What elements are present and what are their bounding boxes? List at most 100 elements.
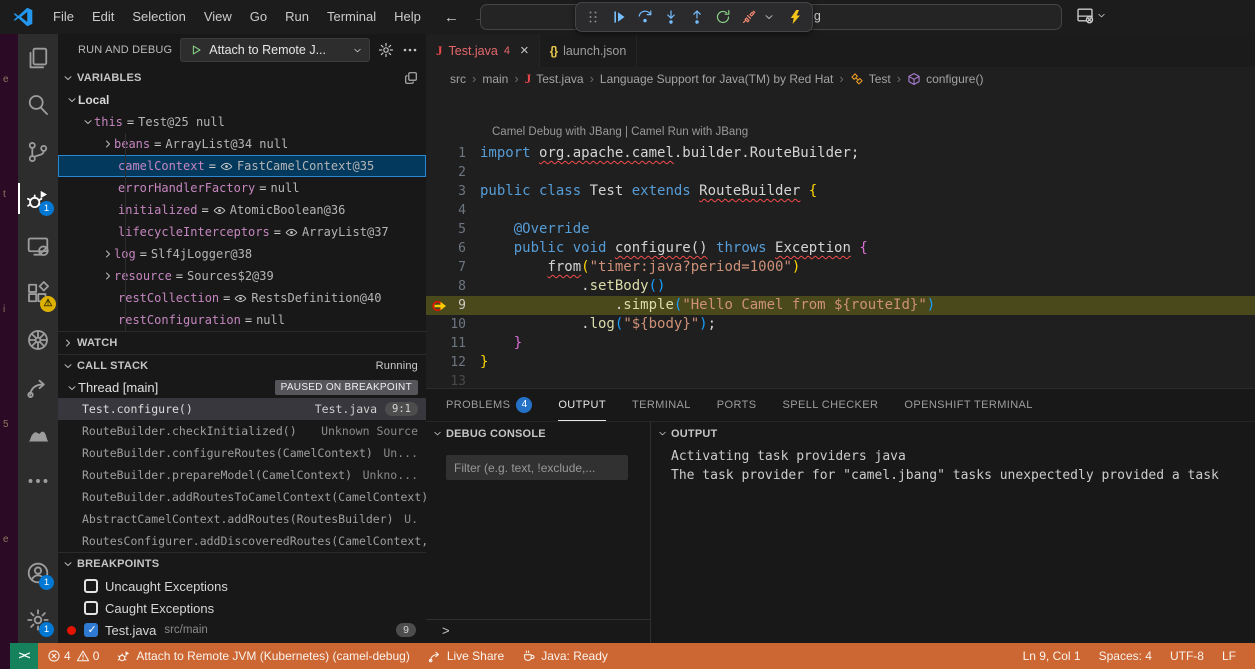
activity-item-more[interactable]	[18, 457, 58, 504]
chevron-right-icon[interactable]	[102, 270, 114, 282]
stack-frame-row[interactable]: Test.configure()Test.java9:1	[58, 398, 426, 420]
variable-row-beans[interactable]: beans=ArrayList@34 null	[58, 133, 426, 155]
lazy-eye-icon[interactable]	[285, 226, 298, 239]
panel-tab-output[interactable]: OUTPUT	[558, 389, 606, 421]
remote-indicator[interactable]: ><	[10, 643, 38, 669]
panel-tab-problems[interactable]: PROBLEMS4	[446, 389, 532, 421]
variable-row-lifecycleInterceptors[interactable]: lifecycleInterceptors=ArrayList@37	[58, 221, 426, 243]
debug-config-dropdown[interactable]: Attach to Remote J...	[180, 38, 370, 62]
breadcrumb-item[interactable]: configure()	[907, 72, 983, 86]
layout-controls[interactable]	[1076, 6, 1107, 24]
variable-row-restCollection[interactable]: restCollection=RestsDefinition@40	[58, 287, 426, 309]
variable-row-Local[interactable]: Local	[58, 89, 426, 111]
debug-continue-button[interactable]	[606, 4, 632, 30]
debug-chevron-down-button[interactable]	[762, 4, 776, 30]
output-header[interactable]: OUTPUT	[651, 422, 1255, 445]
variable-row-this[interactable]: this=Test@25 null	[58, 111, 426, 133]
close-icon[interactable]: ×	[520, 42, 529, 59]
activity-item-source-control[interactable]	[18, 128, 58, 175]
codelens-links[interactable]: Camel Debug with JBang | Camel Run with …	[492, 126, 748, 138]
statusbar-cursor-position[interactable]: Ln 9, Col 1	[1014, 643, 1090, 669]
section-header-breakpoints[interactable]: BREAKPOINTS	[58, 552, 426, 575]
breakpoint-checkbox[interactable]	[84, 579, 98, 593]
debug-step-over-button[interactable]	[632, 4, 658, 30]
menu-item-run[interactable]: Run	[276, 5, 318, 29]
panel-tab-terminal[interactable]: TERMINAL	[632, 389, 691, 421]
activity-item-explorer[interactable]	[18, 34, 58, 81]
start-debug-icon[interactable]	[189, 43, 203, 57]
breadcrumb-item[interactable]: JTest.java	[525, 71, 584, 87]
breakpoint-row[interactable]: Test.javasrc/main9	[58, 619, 426, 641]
variable-row-log[interactable]: log=Slf4jLogger@38	[58, 243, 426, 265]
activity-item-live-share[interactable]	[18, 363, 58, 410]
variable-row-camelContext[interactable]: camelContext=FastCamelContext@35	[58, 155, 426, 177]
debug-step-out-button[interactable]	[684, 4, 710, 30]
breadcrumb-item[interactable]: src	[450, 72, 466, 86]
chevron-down-icon[interactable]	[82, 116, 94, 128]
statusbar-eol[interactable]: LF	[1213, 643, 1245, 669]
breakpoint-checkbox[interactable]	[84, 623, 98, 637]
chevron-right-icon[interactable]	[102, 138, 114, 150]
section-header-call-stack[interactable]: CALL STACKRunning	[58, 354, 426, 377]
lazy-eye-icon[interactable]	[234, 292, 247, 305]
statusbar-indentation[interactable]: Spaces: 4	[1090, 643, 1161, 669]
statusbar-live-share[interactable]: Live Share	[419, 643, 513, 669]
console-prompt[interactable]: >	[426, 619, 650, 641]
activity-item-extensions[interactable]: ⚠	[18, 269, 58, 316]
more-actions-icon[interactable]	[402, 42, 418, 58]
tab-test-java[interactable]: JTest.java4×	[426, 34, 540, 67]
code-area[interactable]: 1import org.apache.camel.builder.RouteBu…	[426, 144, 1255, 391]
chevron-down-icon[interactable]	[1096, 10, 1107, 21]
breadcrumb-item[interactable]: Test	[850, 72, 891, 86]
breakpoint-row[interactable]: Caught Exceptions	[58, 597, 426, 619]
chevron-down-icon[interactable]	[352, 45, 363, 56]
menu-item-view[interactable]: View	[195, 5, 241, 29]
activity-item-settings[interactable]: 1	[18, 596, 58, 643]
debug-bolt-button[interactable]	[782, 4, 808, 30]
breakpoint-checkbox[interactable]	[84, 601, 98, 615]
lazy-eye-icon[interactable]	[213, 204, 226, 217]
statusbar-debug-session[interactable]: Attach to Remote JVM (Kubernetes) (camel…	[108, 643, 418, 669]
variable-row-errorHandlerFactory[interactable]: errorHandlerFactory=null	[58, 177, 426, 199]
stack-frame-row[interactable]: RouteBuilder.configureRoutes(CamelContex…	[58, 442, 426, 464]
stack-frame-row[interactable]: RouteBuilder.checkInitialized()Unknown S…	[58, 420, 426, 442]
variable-row-restConfiguration[interactable]: restConfiguration=null	[58, 309, 426, 331]
panel-tab-ports[interactable]: PORTS	[717, 389, 757, 421]
activity-item-accounts[interactable]: 1	[18, 549, 58, 596]
stack-frame-row[interactable]: RouteBuilder.prepareModel(CamelContext)U…	[58, 464, 426, 486]
chevron-down-icon[interactable]	[66, 382, 78, 394]
panel-tab-openshift-terminal[interactable]: OPENSHIFT TERMINAL	[904, 389, 1032, 421]
panel-tab-spell-checker[interactable]: SPELL CHECKER	[783, 389, 879, 421]
lazy-eye-icon[interactable]	[220, 160, 233, 173]
chevron-down-icon[interactable]	[66, 94, 78, 106]
stack-frame-row[interactable]: RouteBuilder.addRoutesToCamelContext(Cam…	[58, 486, 426, 508]
activity-item-run-and-debug[interactable]: 1	[18, 175, 58, 222]
thread-row[interactable]: Thread [main]PAUSED ON BREAKPOINT	[58, 377, 426, 398]
breadcrumb-item[interactable]: main	[482, 72, 508, 86]
statusbar-problems[interactable]: 40	[38, 643, 108, 669]
debug-restart-button[interactable]	[710, 4, 736, 30]
breakpoint-row[interactable]: Uncaught Exceptions	[58, 575, 426, 597]
menu-item-help[interactable]: Help	[385, 5, 430, 29]
menu-item-go[interactable]: Go	[241, 5, 276, 29]
debug-console-header[interactable]: DEBUG CONSOLE	[426, 422, 650, 445]
chevron-right-icon[interactable]	[102, 248, 114, 260]
stack-frame-row[interactable]: AbstractCamelContext.addRoutes(RoutesBui…	[58, 508, 426, 530]
statusbar-encoding[interactable]: UTF-8	[1161, 643, 1213, 669]
menu-item-terminal[interactable]: Terminal	[318, 5, 385, 29]
activity-item-kubernetes[interactable]	[18, 316, 58, 363]
debug-grip-button[interactable]	[580, 4, 606, 30]
breadcrumb-item[interactable]: Language Support for Java(TM) by Red Hat	[600, 72, 833, 86]
breakpoint-paused-icon[interactable]	[432, 298, 448, 314]
activity-item-search[interactable]	[18, 81, 58, 128]
debug-step-into-button[interactable]	[658, 4, 684, 30]
menu-item-edit[interactable]: Edit	[83, 5, 123, 29]
menu-item-file[interactable]: File	[44, 5, 83, 29]
tab-launch-json[interactable]: {}launch.json	[540, 34, 638, 67]
activity-item-camel[interactable]	[18, 410, 58, 457]
activity-item-remote-explorer[interactable]	[18, 222, 58, 269]
gear-icon[interactable]	[378, 42, 394, 58]
copy-icon[interactable]	[404, 71, 418, 85]
stack-frame-row[interactable]: RoutesConfigurer.addDiscoveredRoutes(Cam…	[58, 530, 426, 552]
menu-item-selection[interactable]: Selection	[123, 5, 194, 29]
